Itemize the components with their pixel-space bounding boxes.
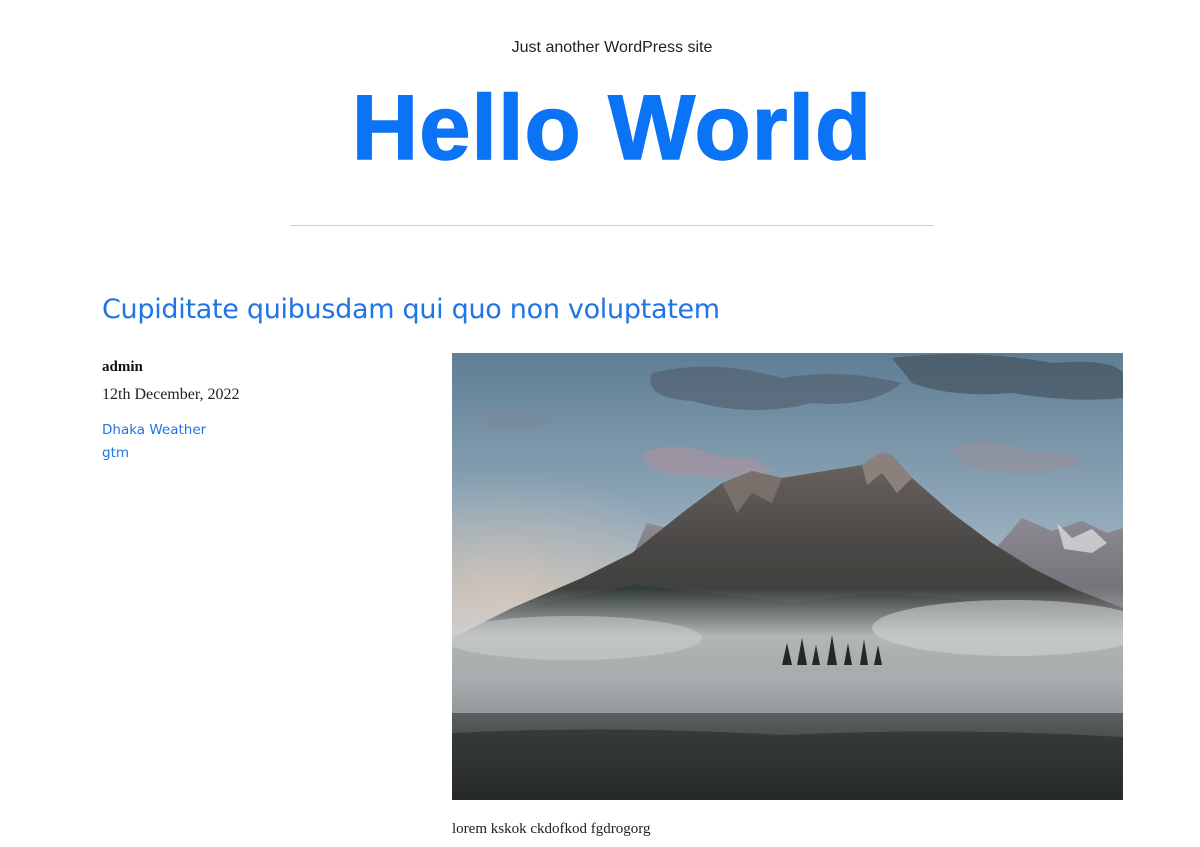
header-divider <box>290 225 934 226</box>
tag-link-gtm[interactable]: gtm <box>102 442 422 465</box>
site-tagline: Just another WordPress site <box>511 39 713 56</box>
post-tags: Dhaka Weather gtm <box>102 419 422 465</box>
post-title[interactable]: Cupiditate quibusdam qui quo non volupta… <box>102 290 720 330</box>
post-meta: admin 12th December, 2022 Dhaka Weather … <box>102 357 422 465</box>
featured-image <box>452 353 1123 800</box>
site-title-link[interactable]: Hello World <box>0 77 1200 179</box>
tag-link-dhaka-weather[interactable]: Dhaka Weather <box>102 419 422 442</box>
post-author: admin <box>102 359 143 375</box>
post-date: 12th December, 2022 <box>102 386 240 403</box>
post-excerpt: lorem kskok ckdofkod fgdrogorg <box>452 821 651 837</box>
